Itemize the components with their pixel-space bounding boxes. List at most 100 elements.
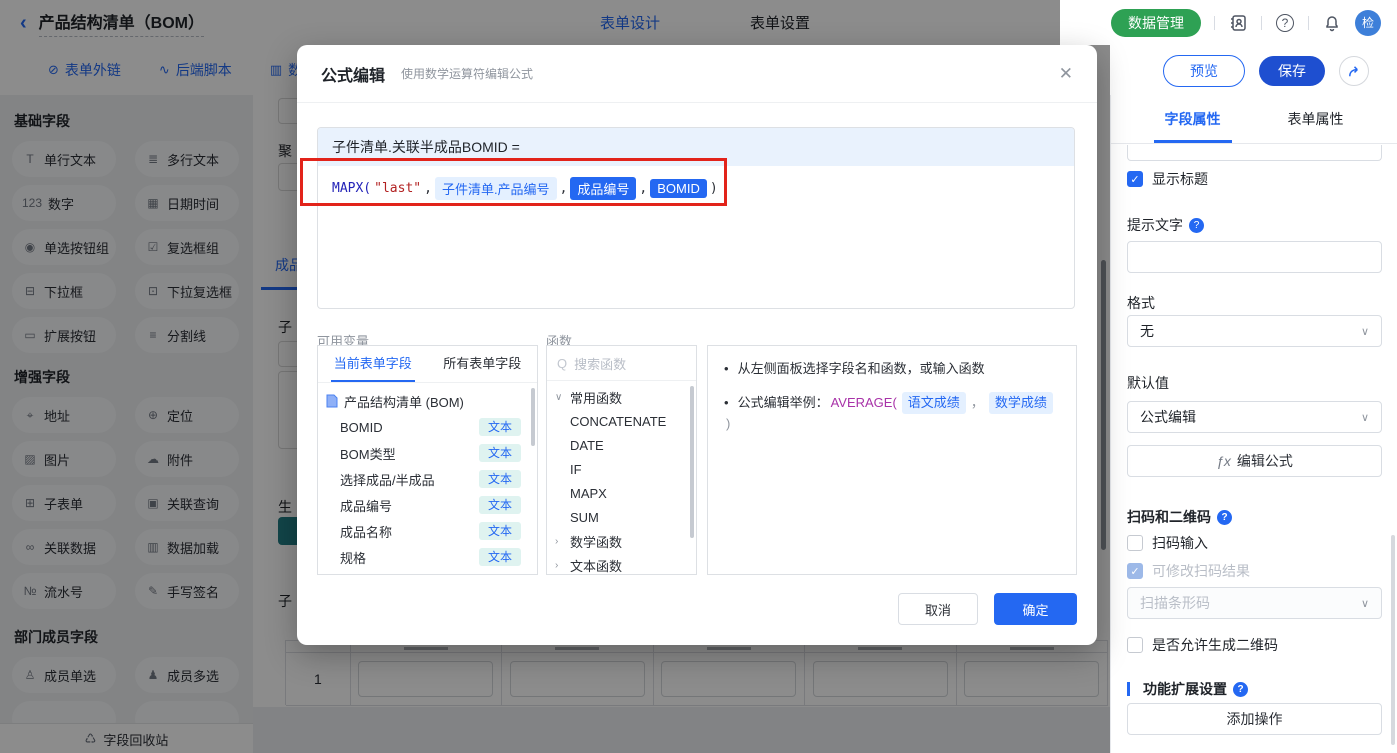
formula-punctuation: , — [639, 181, 647, 196]
top-right-cluster: 数据管理 ? 检 — [1111, 0, 1381, 45]
field-token-selected[interactable]: 成品编号 — [570, 177, 636, 200]
tab-all-form-fields[interactable]: 所有表单字段 — [428, 346, 538, 382]
bullet: • — [724, 359, 729, 379]
qr-help-icon[interactable]: ? — [1217, 510, 1232, 525]
checkbox-checked-icon: ✓ — [1127, 563, 1143, 579]
hint-text-label: 提示文字? — [1127, 215, 1382, 235]
checkbox-checked-icon: ✓ — [1127, 171, 1143, 187]
search-icon: Q — [557, 356, 567, 371]
document-icon — [326, 394, 338, 408]
tab-field-properties[interactable]: 字段属性 — [1131, 95, 1254, 143]
function-group-common[interactable]: ∨常用函数 — [555, 385, 688, 409]
form-node-row[interactable]: 产品结构清单 (BOM) — [326, 388, 529, 414]
form-node-label: 产品结构清单 (BOM) — [344, 392, 464, 411]
variable-row-成品名称[interactable]: 成品名称文本 — [326, 518, 529, 544]
chevron-down-icon: ∨ — [1361, 597, 1369, 610]
function-search-input[interactable]: Q 搜索函数 — [547, 346, 696, 381]
function-group-文本函数[interactable]: ›文本函数 — [555, 553, 688, 575]
title-input-clipped[interactable] — [1127, 145, 1382, 161]
avatar[interactable]: 检 — [1355, 10, 1381, 36]
panel-scrollbar[interactable] — [1391, 535, 1395, 745]
formula-punctuation: ) — [710, 181, 718, 196]
function-item-CONCATENATE[interactable]: CONCATENATE — [555, 409, 688, 433]
function-group-label: 文本函数 — [570, 556, 622, 575]
tab-current-form-fields[interactable]: 当前表单字段 — [318, 346, 428, 382]
divider — [1308, 16, 1309, 30]
hint-text-input[interactable] — [1127, 241, 1382, 273]
function-item-MAPX[interactable]: MAPX — [555, 481, 688, 505]
function-item-SUM[interactable]: SUM — [555, 505, 688, 529]
edit-formula-button[interactable]: ƒx 编辑公式 — [1127, 445, 1382, 477]
cancel-button[interactable]: 取消 — [898, 593, 978, 625]
variable-name: BOM类型 — [340, 444, 479, 463]
scan-input-checkbox[interactable]: 扫码输入 — [1127, 533, 1382, 553]
section-accent-bar — [1127, 682, 1130, 696]
variable-name: 成品编号 — [340, 496, 479, 515]
allow-qr-checkbox[interactable]: 是否允许生成二维码 — [1127, 635, 1382, 655]
divider — [1261, 16, 1262, 30]
variable-name: 选择成品/半成品 — [340, 470, 479, 489]
example-field-chip: 数学成绩 — [989, 392, 1053, 414]
contact-book-icon[interactable] — [1228, 13, 1248, 33]
divider — [1214, 16, 1215, 30]
bell-icon[interactable] — [1322, 13, 1342, 33]
variable-row-选择成品/半成品[interactable]: 选择成品/半成品文本 — [326, 466, 529, 492]
type-badge: 文本 — [479, 548, 521, 566]
format-select[interactable]: 无∨ — [1127, 315, 1382, 347]
field-token-selected[interactable]: BOMID — [650, 179, 707, 198]
formula-expression: MAPX("last", 子件清单.产品编号 , 成品编号 , BOMID ) — [332, 177, 1060, 200]
formula-editor[interactable]: 子件清单.关联半成品BOMID = MAPX("last", 子件清单.产品编号… — [317, 127, 1075, 309]
hint-help-icon[interactable]: ? — [1189, 218, 1204, 233]
checkbox-icon — [1127, 637, 1143, 653]
formula-target: 子件清单.关联半成品BOMID = — [318, 128, 1074, 166]
variable-row-规格[interactable]: 规格文本 — [326, 544, 529, 570]
show-title-checkbox[interactable]: ✓ 显示标题 — [1127, 169, 1382, 189]
close-icon[interactable]: ✕ — [1059, 64, 1073, 84]
variables-scrollbar[interactable] — [531, 388, 535, 446]
search-placeholder: 搜索函数 — [574, 354, 626, 373]
chevron-down-icon: ∨ — [1361, 411, 1369, 424]
qr-section-title: 扫码和二维码? — [1127, 507, 1382, 527]
help-line: • 从左侧面板选择字段名和函数，或输入函数 — [724, 359, 1060, 379]
variable-row-BOM类型[interactable]: BOM类型文本 — [326, 440, 529, 466]
formula-body[interactable]: MAPX("last", 子件清单.产品编号 , 成品编号 , BOMID ) — [318, 166, 1074, 211]
type-badge: 文本 — [479, 522, 521, 540]
variable-name: BOMID — [340, 420, 479, 435]
tab-form-properties[interactable]: 表单属性 — [1254, 95, 1377, 143]
save-button[interactable]: 保存 — [1259, 56, 1325, 86]
variable-row-BOMID[interactable]: BOMID文本 — [326, 414, 529, 440]
add-action-button[interactable]: 添加操作 — [1127, 703, 1382, 735]
function-group-label: 常用函数 — [570, 388, 622, 407]
formula-punctuation: , — [424, 181, 432, 196]
default-value-label: 默认值 — [1127, 373, 1382, 393]
help-panel: • 从左侧面板选择字段名和函数，或输入函数 • 公式编辑举例： AVERAGE(… — [707, 345, 1077, 575]
confirm-button[interactable]: 确定 — [994, 593, 1077, 625]
data-manage-button[interactable]: 数据管理 — [1111, 9, 1201, 37]
chevron-right-icon: › — [555, 536, 565, 547]
default-value-select[interactable]: 公式编辑∨ — [1127, 401, 1382, 433]
type-badge: 文本 — [479, 418, 521, 436]
functions-scrollbar[interactable] — [690, 386, 694, 538]
fx-icon: ƒx — [1216, 453, 1231, 469]
type-badge: 文本 — [479, 496, 521, 514]
barcode-select[interactable]: 扫描条形码∨ — [1127, 587, 1382, 619]
properties-panel: 字段属性 表单属性 ✓ 显示标题 提示文字? 格式 无∨ 默认值 公式编辑∨ ƒ… — [1110, 95, 1397, 753]
modal-title: 公式编辑 — [321, 62, 385, 86]
function-item-IF[interactable]: IF — [555, 457, 688, 481]
toolbar-right: 预览 保存 — [1163, 55, 1369, 87]
variable-row-成品编号[interactable]: 成品编号文本 — [326, 492, 529, 518]
formula-editor-modal: 公式编辑 使用数学运算符编辑公式 ✕ 子件清单.关联半成品BOMID = MAP… — [297, 45, 1097, 645]
field-token-light[interactable]: 子件清单.产品编号 — [435, 177, 557, 200]
example-field-chip: 语文成绩 — [902, 392, 966, 414]
ext-help-icon[interactable]: ? — [1233, 682, 1248, 697]
variables-list: 产品结构清单 (BOM)BOMID文本BOM类型文本选择成品/半成品文本成品编号… — [318, 383, 537, 575]
formula-punctuation: , — [560, 181, 568, 196]
variables-tabs: 当前表单字段 所有表单字段 — [318, 346, 537, 383]
scan-modifiable-checkbox[interactable]: ✓ 可修改扫码结果 — [1127, 561, 1382, 581]
function-group-label: 数学函数 — [570, 532, 622, 551]
function-item-DATE[interactable]: DATE — [555, 433, 688, 457]
preview-button[interactable]: 预览 — [1163, 55, 1245, 87]
share-icon[interactable] — [1339, 56, 1369, 86]
help-icon[interactable]: ? — [1275, 13, 1295, 33]
function-group-数学函数[interactable]: › 数学函数 — [555, 529, 688, 553]
